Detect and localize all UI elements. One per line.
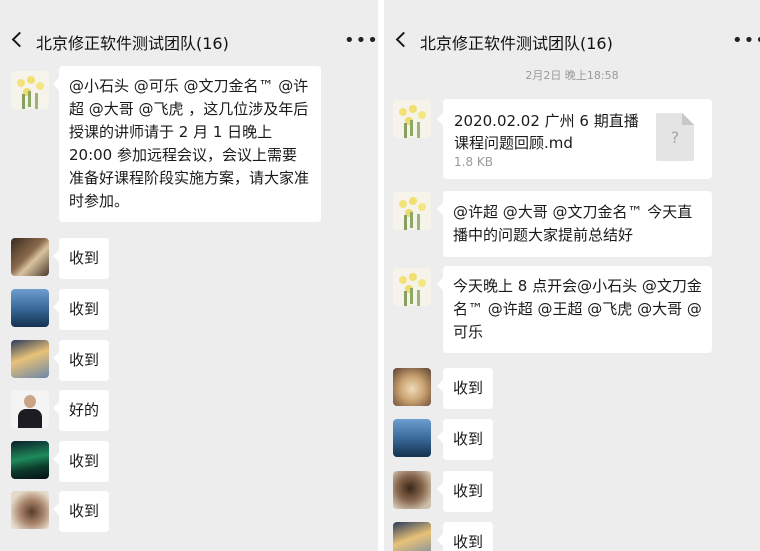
more-options-icon[interactable]: ••• (732, 32, 760, 50)
back-arrow-icon[interactable] (11, 31, 28, 48)
message-bubble[interactable]: 今天晚上 8 点开会@小石头 @文刀金名™ @许超 @王超 @飞虎 @大哥 @可… (437, 266, 712, 353)
group-title: 北京修正软件测试团队(16) (420, 34, 613, 53)
avatar-tower[interactable] (11, 340, 49, 378)
message-bubble[interactable]: 收到 (436, 419, 494, 460)
message-bubble[interactable]: 收到 (52, 238, 110, 279)
back-arrow-icon[interactable] (395, 31, 412, 48)
right-chat-window: 北京修正软件测试团队(16) ••• 2月2日 晚上18:58 2020.02.… (384, 0, 760, 551)
file-name: 2020.02.02 广州 6 期直播课程问题回顾.md (454, 112, 639, 152)
message-bubble[interactable]: @许超 @大哥 @文刀金名™ 今天直播中的问题大家提前总结好 (437, 191, 712, 257)
question-mark-icon: ? (670, 128, 680, 147)
left-chat-window: 北京修正软件测试团队(16) ••• @小石头 @可乐 @文刀金名™ @许超 @… (0, 0, 378, 551)
message-bubble[interactable]: 好的 (52, 390, 110, 431)
group-title: 北京修正软件测试团队(16) (36, 34, 229, 53)
avatar-flower[interactable] (393, 100, 431, 138)
avatar-dog[interactable] (393, 368, 431, 406)
message-bubble[interactable]: 收到 (52, 441, 110, 482)
left-chat-header: 北京修正软件测试团队(16) ••• (0, 0, 378, 64)
unknown-file-icon: ? (656, 113, 694, 161)
file-message-card[interactable]: 2020.02.02 广州 6 期直播课程问题回顾.md 1.8 KB ? (437, 99, 712, 179)
avatar-cat[interactable] (11, 491, 49, 529)
avatar-sea[interactable] (393, 419, 431, 457)
avatar-sea[interactable] (11, 289, 49, 327)
message-bubble[interactable]: 收到 (436, 368, 494, 409)
message-bubble[interactable]: 收到 (436, 471, 494, 512)
avatar-aurora[interactable] (11, 441, 49, 479)
message-bubble[interactable]: 收到 (52, 340, 110, 381)
avatar-flower[interactable] (393, 192, 431, 230)
message-timestamp: 2月2日 晚上18:58 (525, 69, 619, 82)
avatar-cat[interactable] (393, 471, 431, 509)
message-bubble[interactable]: @小石头 @可乐 @文刀金名™ @许超 @大哥 @飞虎 ，这几位涉及年后授课的讲… (53, 66, 321, 222)
avatar-tower[interactable] (393, 522, 431, 551)
message-bubble[interactable]: 收到 (52, 289, 110, 330)
message-bubble[interactable]: 收到 (436, 522, 494, 551)
message-bubble[interactable]: 收到 (52, 491, 110, 532)
right-chat-header: 北京修正软件测试团队(16) ••• (384, 0, 760, 64)
avatar-cat[interactable] (11, 238, 49, 276)
avatar-man[interactable] (11, 390, 49, 428)
more-options-icon[interactable]: ••• (344, 32, 378, 50)
avatar-flower[interactable] (11, 71, 49, 109)
file-size: 1.8 KB (454, 155, 493, 169)
avatar-flower[interactable] (393, 268, 431, 306)
